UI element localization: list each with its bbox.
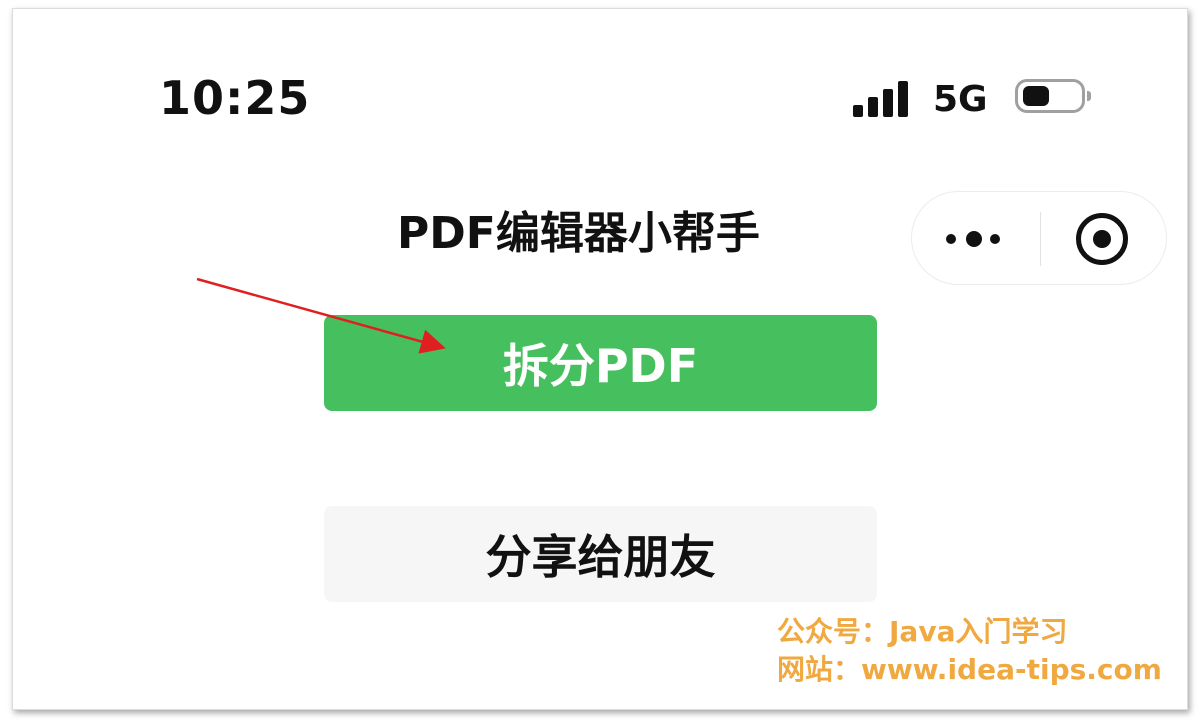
share-to-friends-button[interactable]: 分享给朋友 <box>324 506 877 602</box>
watermark-line-2: 网站：www.idea-tips.com <box>777 653 1162 686</box>
page-title: PDF编辑器小帮手 <box>397 208 760 259</box>
more-dots-icon[interactable] <box>944 222 1008 256</box>
target-close-icon[interactable] <box>1076 213 1128 265</box>
status-time: 10:25 <box>159 71 311 125</box>
phone-screen: 10:25 5G PDF编辑器小帮手 拆分PDF 分享给朋友 公众号：Java入… <box>12 8 1188 710</box>
capsule-divider <box>1040 212 1041 266</box>
mini-program-capsule <box>911 191 1167 285</box>
network-label: 5G <box>933 79 988 120</box>
signal-bars-icon <box>853 81 913 117</box>
battery-icon <box>1015 79 1091 113</box>
split-pdf-button[interactable]: 拆分PDF <box>324 315 877 411</box>
watermark: 公众号：Java入门学习 网站：www.idea-tips.com <box>777 613 1162 689</box>
watermark-line-1: 公众号：Java入门学习 <box>777 615 1068 648</box>
